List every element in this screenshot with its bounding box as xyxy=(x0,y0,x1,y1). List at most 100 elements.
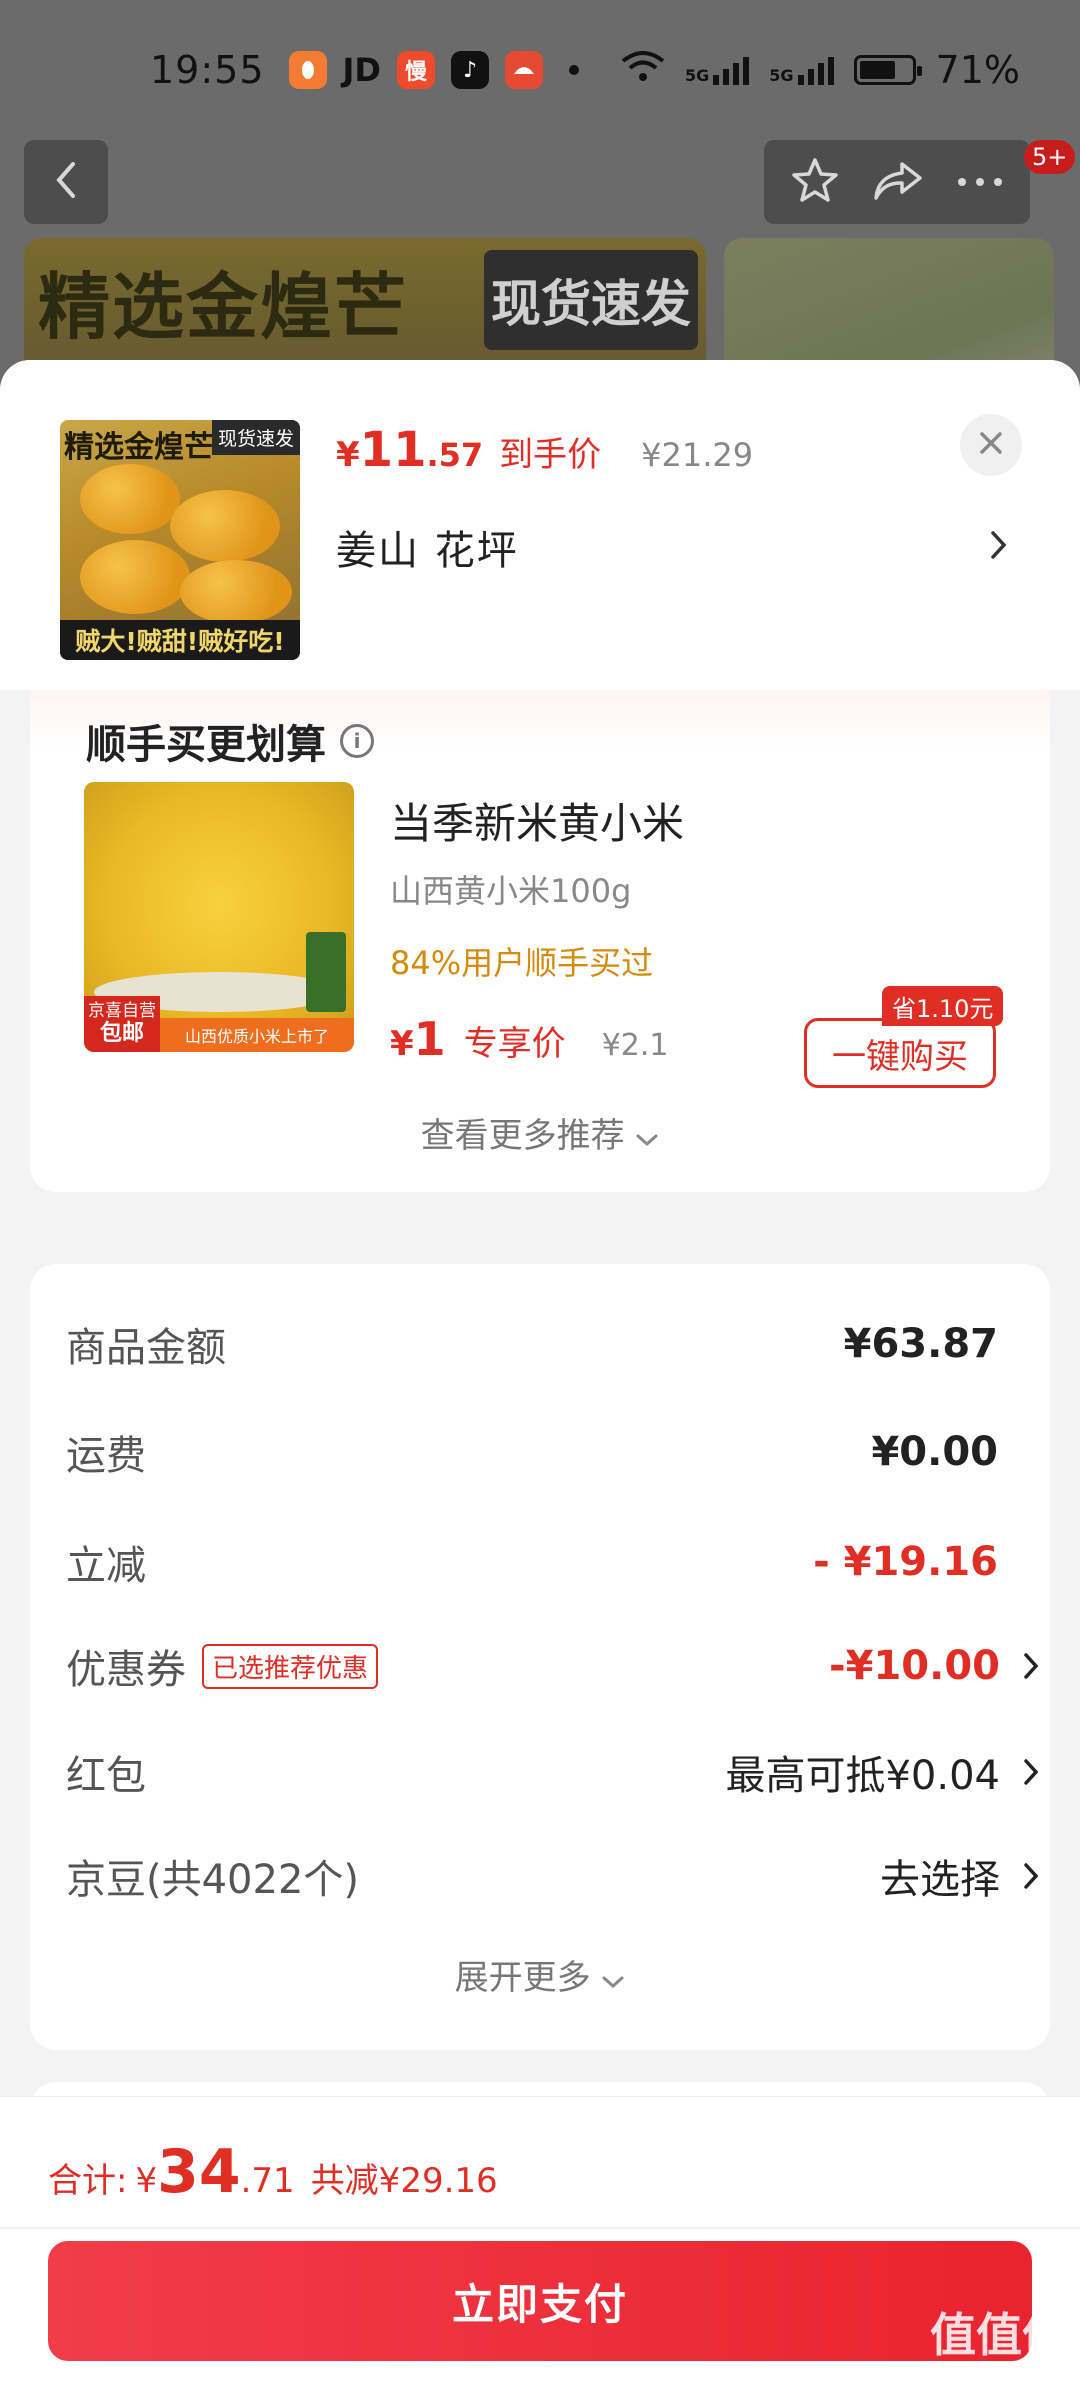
rec-price-currency: ¥ xyxy=(390,1024,414,1064)
chevron-down-icon xyxy=(635,1116,659,1156)
original-price: ¥21.29 xyxy=(641,436,754,474)
summary-row-instant-discount: 立减 - ¥19.16 xyxy=(66,1532,1046,1592)
network-label-1: 5G xyxy=(685,66,710,85)
recommended-item-spec: 山西黄小米100g xyxy=(390,872,632,910)
rec-price-integer: 1 xyxy=(413,1012,446,1066)
close-icon xyxy=(978,430,1004,460)
network-label-2: 5G xyxy=(769,66,794,85)
summary-row-red-packet[interactable]: 红包 最高可抵¥0.04 xyxy=(66,1742,1046,1802)
summary-label: 立减 xyxy=(66,1543,146,1589)
battery-icon xyxy=(853,55,922,85)
thumb-tag: 现货速发 xyxy=(211,420,300,455)
info-icon[interactable]: i xyxy=(340,724,374,758)
star-icon[interactable] xyxy=(790,156,840,208)
app-icon-red xyxy=(504,51,543,89)
expand-more[interactable]: 展开更多 xyxy=(30,1950,1050,1999)
chevron-right-icon[interactable] xyxy=(990,530,1008,564)
summary-value: 去选择 xyxy=(880,1857,1000,1903)
banner-title: 精选金煌芒 xyxy=(38,265,409,349)
close-button[interactable] xyxy=(960,414,1022,476)
battery-text: 71% xyxy=(935,48,1020,92)
self-operated-label: 京喜自营 xyxy=(88,1000,156,1021)
douyin-icon: ♪ xyxy=(450,51,489,89)
view-more-label: 查看更多推荐 xyxy=(420,1116,625,1156)
watermark: 值值值 zhizhizhi.com xyxy=(924,2312,1074,2380)
summary-row-shipping: 运费 ¥0.00 xyxy=(66,1422,1046,1482)
more-icon[interactable] xyxy=(956,173,1004,192)
total-discount: 共减¥29.16 xyxy=(310,2161,498,2201)
summary-row-goods-amount: 商品金额 ¥63.87 xyxy=(66,1314,1046,1374)
price-currency: ¥ xyxy=(336,435,360,475)
status-time: 19:55 xyxy=(150,48,265,92)
total-currency: ¥ xyxy=(135,2161,158,2201)
package-shape xyxy=(306,932,346,1012)
free-shipping-label: 包邮 xyxy=(99,1021,144,1047)
mango-shape xyxy=(170,490,280,562)
app-icon-man: 慢 xyxy=(396,51,435,89)
thumb-title: 精选金煌芒 xyxy=(64,430,214,465)
watermark-text: 值值值 xyxy=(930,2308,1068,2362)
recommended-item-name[interactable]: 当季新米黄小米 xyxy=(390,790,684,851)
app-icon-1 xyxy=(288,51,327,89)
delivery-address[interactable]: 姜山 花坪 xyxy=(336,518,519,576)
divider xyxy=(0,2227,1080,2229)
share-icon[interactable] xyxy=(872,158,924,206)
price-decimal: .57 xyxy=(426,436,484,474)
recommendation-title-text: 顺手买更划算 xyxy=(86,722,326,768)
chevron-down-icon xyxy=(601,1958,625,1998)
summary-value: -¥10.00 xyxy=(829,1643,1000,1689)
recommendation-title: 顺手买更划算 i xyxy=(86,712,374,770)
summary-label: 京豆(共4022个) xyxy=(66,1857,360,1903)
chevron-left-icon xyxy=(51,160,81,204)
recommended-item-thumbnail[interactable]: 京喜自营 包邮 山西优质小米上市了 xyxy=(84,782,354,1052)
chevron-right-icon xyxy=(1016,1652,1046,1680)
recommendation-card: 顺手买更划算 i 京喜自营 包邮 山西优质小米上市了 当季新米黄小米 山西黄小米… xyxy=(30,690,1050,1192)
summary-value: ¥0.00 xyxy=(871,1429,998,1475)
save-badge: 省1.10元 xyxy=(882,986,1004,1026)
rec-original-price: ¥2.1 xyxy=(601,1028,669,1063)
mango-shape xyxy=(80,540,190,614)
mango-shape xyxy=(180,560,292,624)
summary-label: 运费 xyxy=(66,1433,146,1479)
thumb-banner-text: 山西优质小米上市了 xyxy=(160,1018,354,1052)
view-more-recommendations[interactable]: 查看更多推荐 xyxy=(30,1108,1050,1157)
product-header: 精选金煌芒 现货速发 贼大!贼甜!贼好吃! ¥ 11 .57 到手价 ¥21.2… xyxy=(0,360,1080,690)
nav-actions xyxy=(764,140,1030,224)
one-click-buy-button[interactable]: 一键购买 xyxy=(804,1018,996,1088)
signal-icon-2 xyxy=(797,55,834,85)
price-integer: 11 xyxy=(359,422,427,478)
message-badge: 5+ xyxy=(1024,140,1076,174)
self-operated-tag: 京喜自营 包邮 xyxy=(84,996,160,1052)
summary-value: ¥63.87 xyxy=(843,1321,998,1367)
total-amount: 合计: ¥ 34 .71 共减¥29.16 xyxy=(48,2137,498,2207)
wifi-icon xyxy=(621,48,665,92)
summary-label: 优惠券 xyxy=(66,1647,186,1693)
summary-value: - ¥19.16 xyxy=(813,1539,998,1585)
thumb-bottom-slogan: 贼大!贼甜!贼好吃! xyxy=(60,620,300,660)
summary-row-jingdou[interactable]: 京豆(共4022个) 去选择 xyxy=(66,1846,1046,1906)
product-price: ¥ 11 .57 到手价 ¥21.29 xyxy=(336,422,753,478)
summary-label: 商品金额 xyxy=(66,1325,226,1371)
recommended-item-hint: 84%用户顺手买过 xyxy=(390,944,654,982)
expand-more-label: 展开更多 xyxy=(454,1958,591,1998)
watermark-site: zhizhizhi.com xyxy=(944,2362,1054,2381)
battery-level xyxy=(859,61,896,79)
checkout-sheet: 精选金煌芒 现货速发 贼大!贼甜!贼好吃! ¥ 11 .57 到手价 ¥21.2… xyxy=(0,360,1080,2400)
summary-row-coupon[interactable]: 优惠券 已选推荐优惠 -¥10.00 xyxy=(66,1636,1046,1696)
jd-icon: JD xyxy=(342,51,381,89)
order-summary-card: 商品金额 ¥63.87 运费 ¥0.00 立减 - ¥19.16 优惠券 已选推… xyxy=(30,1264,1050,2050)
coupon-selected-tag: 已选推荐优惠 xyxy=(202,1643,379,1689)
total-decimal: .71 xyxy=(240,2161,295,2201)
recommended-item-price: ¥ 1 专享价 ¥2.1 xyxy=(390,1012,668,1066)
rec-price-label: 专享价 xyxy=(463,1024,566,1064)
status-bar: 19:55 JD 慢 ♪ 5G 5G 71% xyxy=(0,0,1080,140)
back-button[interactable] xyxy=(24,140,108,224)
product-thumbnail: 精选金煌芒 现货速发 贼大!贼甜!贼好吃! xyxy=(60,420,300,660)
chevron-right-icon xyxy=(1016,1862,1046,1890)
total-label: 合计: xyxy=(48,2161,128,2201)
chevron-right-icon xyxy=(1016,1758,1046,1786)
banner-tag: 现货速发 xyxy=(484,250,698,350)
notification-dot xyxy=(568,65,579,75)
total-integer: 34 xyxy=(157,2137,241,2207)
pay-now-button[interactable]: 立即支付 xyxy=(48,2241,1032,2361)
